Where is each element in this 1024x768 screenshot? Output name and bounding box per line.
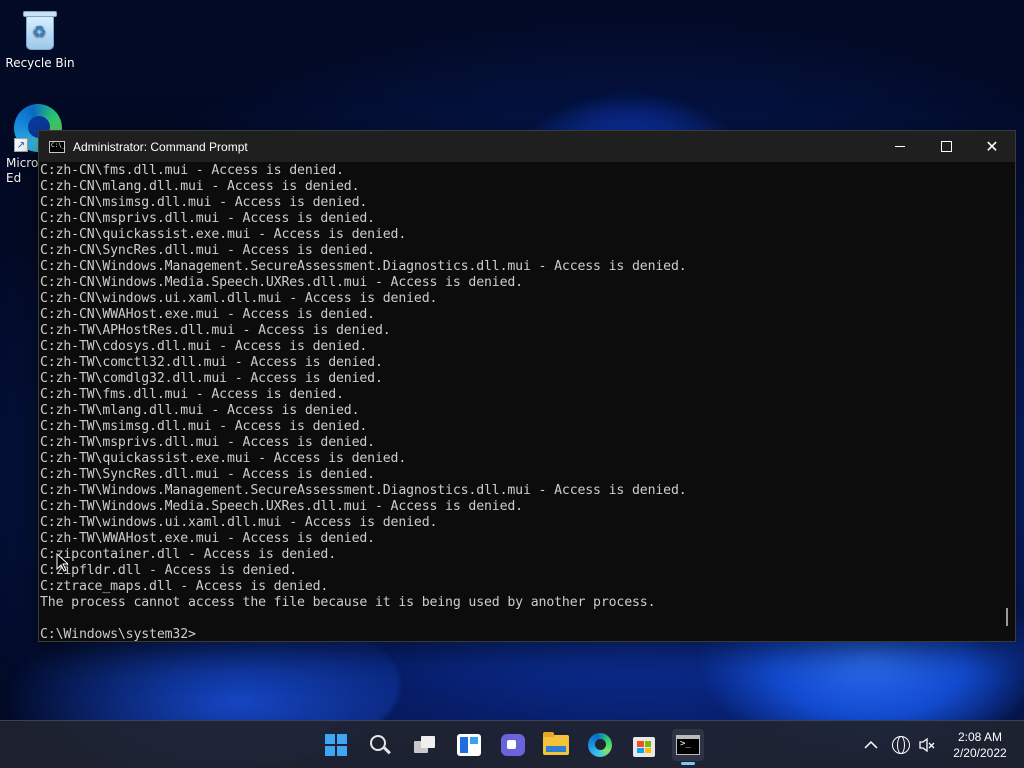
recycle-bin-icon: ♻	[22, 8, 58, 52]
shortcut-arrow-icon: ↗	[14, 138, 28, 152]
widgets-icon	[457, 734, 481, 756]
clock-date: 2/20/2022	[953, 746, 1007, 760]
console-line: C:zh-CN\WWAHost.exe.mui - Access is deni…	[40, 307, 375, 322]
search-button[interactable]	[364, 729, 396, 761]
active-app-indicator	[681, 762, 695, 765]
window-title: Administrator: Command Prompt	[73, 139, 248, 154]
taskbar: 2:08 AM 2/20/2022	[0, 720, 1024, 768]
console-line: C:zh-TW\APHostRes.dll.mui - Access is de…	[40, 323, 391, 338]
store-button[interactable]	[628, 729, 660, 761]
console-line: C:zh-CN\fms.dll.mui - Access is denied.	[40, 163, 344, 178]
console-line: C:zh-TW\msimsg.dll.mui - Access is denie…	[40, 419, 368, 434]
console-line: C:zh-TW\quickassist.exe.mui - Access is …	[40, 451, 407, 466]
console-line: The process cannot access the file becau…	[40, 595, 656, 610]
console-line: C:zipfldr.dll - Access is denied.	[40, 563, 298, 578]
command-prompt-icon	[676, 735, 700, 755]
file-explorer-icon	[543, 732, 569, 755]
console-line: C:zh-TW\fms.dll.mui - Access is denied.	[40, 387, 344, 402]
teams-chat-icon	[501, 734, 525, 756]
console-line: C:ztrace_maps.dll - Access is denied.	[40, 579, 329, 594]
console-line: C:zh-CN\windows.ui.xaml.dll.mui - Access…	[40, 291, 438, 306]
maximize-button[interactable]	[923, 131, 969, 162]
desktop-icon-label: Micro Ed	[6, 156, 39, 185]
edge-icon	[588, 733, 612, 757]
console-line: C:zh-TW\SyncRes.dll.mui - Access is deni…	[40, 467, 375, 482]
console-line: C:zh-TW\WWAHost.exe.mui - Access is deni…	[40, 531, 375, 546]
minimize-button[interactable]	[877, 131, 923, 162]
title-bar[interactable]: Administrator: Command Prompt ✕	[39, 131, 1015, 162]
start-button[interactable]	[320, 729, 352, 761]
console-line: C:zh-TW\mlang.dll.mui - Access is denied…	[40, 403, 360, 418]
desktop-icon-recycle-bin[interactable]: ♻ Recycle Bin	[0, 8, 80, 70]
console-line: C:zh-TW\Windows.Media.Speech.UXRes.dll.m…	[40, 499, 523, 514]
console-line: C:zh-CN\SyncRes.dll.mui - Access is deni…	[40, 243, 375, 258]
console-output[interactable]: C:zh-CN\fms.dll.mui - Access is denied. C…	[39, 162, 997, 641]
task-view-button[interactable]	[409, 729, 441, 761]
teams-chat-button[interactable]	[497, 729, 529, 761]
console-line: C:zh-TW\windows.ui.xaml.dll.mui - Access…	[40, 515, 438, 530]
show-hidden-icons-button[interactable]	[864, 721, 878, 768]
console-line: C:zh-TW\Windows.Management.SecureAssessm…	[40, 483, 687, 498]
close-button[interactable]: ✕	[969, 131, 1015, 162]
widgets-button[interactable]	[453, 729, 485, 761]
console-line: C:zh-CN\quickassist.exe.mui - Access is …	[40, 227, 407, 242]
console-line: C:zh-CN\mlang.dll.mui - Access is denied…	[40, 179, 360, 194]
edge-button[interactable]	[584, 729, 616, 761]
console-line: C:zh-TW\cdosys.dll.mui - Access is denie…	[40, 339, 368, 354]
store-icon	[633, 737, 655, 757]
volume-muted-icon[interactable]	[918, 721, 936, 768]
console-line: C:zh-CN\Windows.Media.Speech.UXRes.dll.m…	[40, 275, 523, 290]
system-clock[interactable]: 2:08 AM 2/20/2022	[940, 729, 1020, 761]
file-explorer-button[interactable]	[540, 729, 572, 761]
search-icon	[370, 735, 386, 751]
command-prompt-icon	[49, 140, 65, 153]
command-prompt-taskbar-button[interactable]	[672, 729, 704, 761]
command-prompt-window[interactable]: Administrator: Command Prompt ✕ C:zh-CN\…	[38, 130, 1016, 642]
network-globe-icon[interactable]	[892, 736, 910, 754]
clock-time: 2:08 AM	[957, 730, 1003, 744]
scrollbar-thumb[interactable]	[1006, 608, 1008, 626]
console-line: C:\Windows\system32>	[40, 627, 196, 641]
console-line: C:zipcontainer.dll - Access is denied.	[40, 547, 337, 562]
chevron-up-icon	[864, 740, 878, 749]
desktop-icon-label: Recycle Bin	[5, 56, 75, 70]
console-line: C:zh-CN\msprivs.dll.mui - Access is deni…	[40, 211, 375, 226]
console-line: C:zh-TW\comdlg32.dll.mui - Access is den…	[40, 371, 383, 386]
console-line: C:zh-TW\msprivs.dll.mui - Access is deni…	[40, 435, 375, 450]
mouse-cursor-icon	[56, 553, 68, 572]
task-view-icon	[414, 736, 436, 754]
start-icon	[325, 734, 347, 756]
console-line: C:zh-TW\comctl32.dll.mui - Access is den…	[40, 355, 383, 370]
console-line: C:zh-CN\msimsg.dll.mui - Access is denie…	[40, 195, 368, 210]
console-line: C:zh-CN\Windows.Management.SecureAssessm…	[40, 259, 687, 274]
scrollbar[interactable]	[997, 162, 1015, 641]
